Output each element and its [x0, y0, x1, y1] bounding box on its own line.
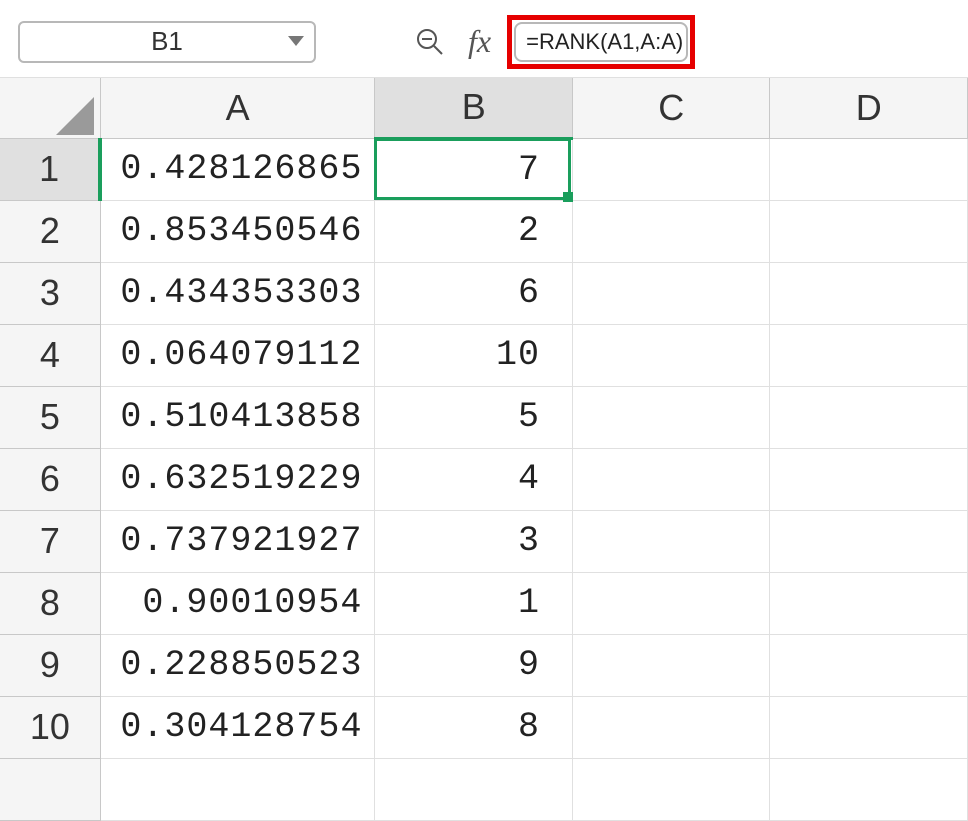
- table-row: 1 0.428126865 7: [0, 138, 968, 200]
- cell[interactable]: [770, 448, 968, 510]
- name-box-value: B1: [151, 26, 183, 57]
- cell[interactable]: [572, 448, 770, 510]
- column-header-c[interactable]: C: [572, 78, 770, 138]
- cell[interactable]: [770, 386, 968, 448]
- cell[interactable]: [770, 200, 968, 262]
- cell[interactable]: [572, 696, 770, 758]
- cell[interactable]: [572, 324, 770, 386]
- row-header[interactable]: 6: [0, 448, 100, 510]
- cell[interactable]: 0.228850523: [100, 634, 375, 696]
- cell[interactable]: 0.853450546: [100, 200, 375, 262]
- row-header[interactable]: 1: [0, 138, 100, 200]
- table-row: 2 0.853450546 2: [0, 200, 968, 262]
- cell[interactable]: [572, 510, 770, 572]
- cell[interactable]: 0.737921927: [100, 510, 375, 572]
- cell[interactable]: [572, 386, 770, 448]
- cell[interactable]: [572, 758, 770, 820]
- cell[interactable]: [572, 200, 770, 262]
- column-header-b[interactable]: B: [375, 78, 573, 138]
- cell[interactable]: [770, 510, 968, 572]
- cell[interactable]: [770, 572, 968, 634]
- zoom-out-icon[interactable]: [412, 24, 448, 60]
- cell[interactable]: [770, 262, 968, 324]
- cell[interactable]: 10: [375, 324, 573, 386]
- cell[interactable]: 8: [375, 696, 573, 758]
- cell[interactable]: [100, 758, 375, 820]
- cell[interactable]: 0.428126865: [100, 138, 375, 200]
- row-header[interactable]: 7: [0, 510, 100, 572]
- cell[interactable]: 0.510413858: [100, 386, 375, 448]
- cell[interactable]: [375, 758, 573, 820]
- cell[interactable]: 1: [375, 572, 573, 634]
- table-row: 6 0.632519229 4: [0, 448, 968, 510]
- cell[interactable]: 3: [375, 510, 573, 572]
- row-header[interactable]: 9: [0, 634, 100, 696]
- row-header[interactable]: 3: [0, 262, 100, 324]
- cell[interactable]: [770, 758, 968, 820]
- cell[interactable]: [572, 572, 770, 634]
- name-box[interactable]: B1: [18, 21, 316, 63]
- cell[interactable]: 4: [375, 448, 573, 510]
- table-row: 3 0.434353303 6: [0, 262, 968, 324]
- row-header[interactable]: 4: [0, 324, 100, 386]
- column-header-d[interactable]: D: [770, 78, 968, 138]
- cell[interactable]: [572, 138, 770, 200]
- formula-bar[interactable]: =RANK(A1,A:A): [514, 22, 688, 62]
- table-row: 10 0.304128754 8: [0, 696, 968, 758]
- column-header-a[interactable]: A: [100, 78, 375, 138]
- cell[interactable]: [770, 324, 968, 386]
- table-row: 7 0.737921927 3: [0, 510, 968, 572]
- cell[interactable]: [572, 634, 770, 696]
- formula-bar-value: =RANK(A1,A:A): [526, 29, 683, 55]
- table-row: 4 0.064079112 10: [0, 324, 968, 386]
- cell[interactable]: 0.304128754: [100, 696, 375, 758]
- cell[interactable]: 5: [375, 386, 573, 448]
- formula-bar-highlight: =RANK(A1,A:A): [507, 15, 695, 69]
- cell[interactable]: 0.064079112: [100, 324, 375, 386]
- cell[interactable]: 0.632519229: [100, 448, 375, 510]
- row-header[interactable]: [0, 758, 100, 820]
- cell[interactable]: 0.434353303: [100, 262, 375, 324]
- row-header[interactable]: 2: [0, 200, 100, 262]
- table-row: 8 0.90010954 1: [0, 572, 968, 634]
- cell[interactable]: 0.90010954: [100, 572, 375, 634]
- row-header[interactable]: 10: [0, 696, 100, 758]
- table-row: 5 0.510413858 5: [0, 386, 968, 448]
- fill-handle[interactable]: [563, 192, 573, 202]
- fx-label: fx: [468, 23, 491, 60]
- row-header[interactable]: 8: [0, 572, 100, 634]
- cell[interactable]: 7: [375, 138, 573, 200]
- table-row: 9 0.228850523 9: [0, 634, 968, 696]
- toolbar: B1 fx =RANK(A1,A:A): [0, 0, 968, 78]
- cell[interactable]: 2: [375, 200, 573, 262]
- cell[interactable]: [770, 138, 968, 200]
- row-header[interactable]: 5: [0, 386, 100, 448]
- dropdown-arrow-icon[interactable]: [288, 36, 304, 48]
- cell[interactable]: [770, 696, 968, 758]
- cell[interactable]: [770, 634, 968, 696]
- table-row: [0, 758, 968, 820]
- spreadsheet-grid[interactable]: A B C D 1 0.428126865 7 2 0.853450546 2: [0, 78, 968, 821]
- cell[interactable]: [572, 262, 770, 324]
- cell[interactable]: 6: [375, 262, 573, 324]
- select-all-corner[interactable]: [0, 78, 100, 138]
- cell[interactable]: 9: [375, 634, 573, 696]
